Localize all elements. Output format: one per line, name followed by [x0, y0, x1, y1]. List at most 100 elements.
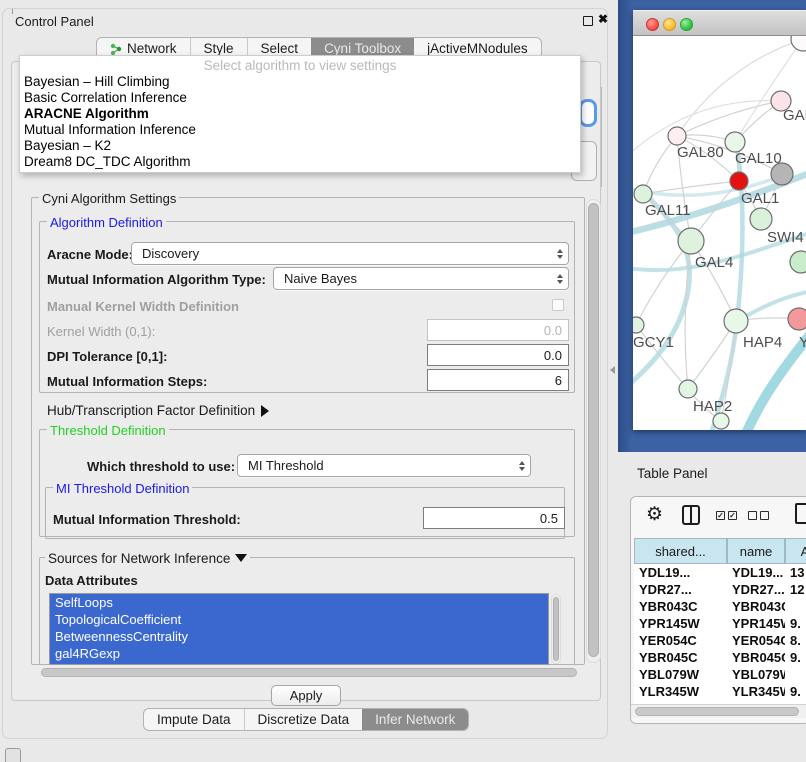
table-hscrollbar-track[interactable]	[631, 704, 806, 718]
aracne-mode-combobox[interactable]: Discovery	[131, 242, 569, 265]
mi-type-combobox[interactable]: Naive Bayes	[273, 267, 569, 290]
splitter-collapse-icon[interactable]	[610, 366, 615, 374]
data-attributes-label: Data Attributes	[45, 573, 138, 588]
dropdown-item[interactable]: Basic Correlation Inference	[20, 90, 580, 106]
column-header[interactable]: name	[727, 538, 785, 564]
network-node-hap4[interactable]	[724, 309, 748, 333]
cyni-settings-title: Cyni Algorithm Settings	[39, 191, 179, 206]
table-row[interactable]: YER054CYER054C8.	[634, 632, 806, 649]
function-builder-icon[interactable]	[795, 503, 806, 524]
tab-label: Network	[127, 41, 177, 56]
kernel-width-field: 0.0	[427, 319, 569, 341]
network-canvas[interactable]: GALGAL80GAL10GAL1GAL11SWI4GAL4GCY1HAP4YH…	[633, 36, 806, 430]
table-row[interactable]: YDR27...YDR27...12	[634, 581, 806, 598]
settings-scrollbar-thumb[interactable]	[588, 203, 599, 657]
settings-scrollbar-track[interactable]	[586, 199, 601, 663]
mi-steps-field[interactable]: 6	[427, 369, 569, 391]
mi-threshold-group-title: MI Threshold Definition	[53, 481, 192, 496]
network-node[interactable]	[790, 251, 806, 273]
float-window-icon[interactable]	[583, 16, 593, 26]
table-cell: YDR27...	[727, 581, 785, 598]
table-row[interactable]: YDL19...YDL19...13	[634, 564, 806, 581]
hub-expander[interactable]: Hub/Transcription Factor Definition	[47, 403, 269, 418]
table-cell: 9.	[785, 649, 806, 666]
node-label: GAL80	[677, 144, 724, 161]
network-node-gal1[interactable]	[730, 172, 748, 190]
dropdown-item-list: Bayesian – Hill ClimbingBasic Correlatio…	[20, 74, 580, 170]
network-node-gcy1[interactable]	[633, 317, 644, 333]
data-attributes-list[interactable]: SelfLoopsTopologicalCoefficientBetweenne…	[49, 593, 549, 665]
table-cell: YER054C	[634, 632, 727, 649]
network-node[interactable]	[791, 36, 806, 51]
manual-kernel-label: Manual Kernel Width Definition	[47, 299, 239, 314]
attribute-item[interactable]: gal4RGexp	[50, 645, 548, 662]
table-cell: 12	[785, 581, 806, 598]
dropdown-item[interactable]: Dream8 DC_TDC Algorithm	[20, 154, 580, 170]
table-row[interactable]: YBR043CYBR043C	[634, 598, 806, 615]
dpi-tolerance-label: DPI Tolerance [0,1]:	[47, 349, 167, 364]
close-icon[interactable]: ✖	[598, 12, 608, 26]
zoom-traffic-light-icon[interactable]	[680, 18, 693, 31]
network-node-gal10[interactable]	[725, 132, 745, 152]
table-cell: YLR345W	[727, 683, 785, 700]
attribute-item[interactable]: BetweennessCentrality	[50, 628, 548, 645]
network-node-gal80[interactable]	[668, 127, 686, 145]
tab-impute-data[interactable]: Impute Data	[144, 709, 244, 730]
deselect-all-checkboxes-icon[interactable]	[748, 511, 769, 520]
attributes-scrollbar-track[interactable]	[551, 594, 561, 664]
which-threshold-combobox[interactable]: MI Threshold	[237, 454, 531, 477]
table-cell: YBR045C	[634, 649, 727, 666]
minimize-traffic-light-icon[interactable]	[663, 18, 676, 31]
table-cell: 9.	[785, 683, 806, 700]
mi-steps-label: Mutual Information Steps:	[47, 374, 207, 389]
apply-button[interactable]: Apply	[271, 685, 341, 706]
node-label: GAL1	[741, 190, 779, 207]
table-panel-title: Table Panel	[637, 466, 708, 481]
attributes-scrollbar-thumb[interactable]	[553, 597, 559, 661]
tab-discretize-data[interactable]: Discretize Data	[244, 709, 363, 730]
network-window-titlebar[interactable]	[633, 10, 806, 36]
expander-right-icon	[261, 405, 269, 417]
node-label: GAL11	[645, 202, 691, 219]
table-cell: YLR345W	[634, 683, 727, 700]
dropdown-item[interactable]: Mutual Information Inference	[20, 122, 580, 138]
dropdown-item[interactable]: ARACNE Algorithm	[20, 106, 580, 122]
which-threshold-value: MI Threshold	[248, 458, 324, 473]
node-label: GAL4	[695, 254, 733, 271]
network-node-y[interactable]	[788, 308, 806, 330]
tab-label: Impute Data	[157, 712, 231, 727]
close-traffic-light-icon[interactable]	[646, 18, 659, 31]
table-cell: YBL079W	[634, 666, 727, 683]
network-node-swi4[interactable]	[750, 208, 772, 230]
gear-icon[interactable]: ⚙	[646, 503, 663, 526]
network-node-hap2[interactable]	[679, 380, 697, 398]
attribute-item[interactable]: SelfLoops	[50, 594, 548, 611]
dropdown-item[interactable]: Bayesian – Hill Climbing	[20, 74, 580, 90]
table-cell	[785, 666, 806, 683]
minimized-panel-icon[interactable]	[5, 748, 21, 762]
table-row[interactable]: YBR045CYBR045C9.	[634, 649, 806, 666]
table-row[interactable]: YBL079WYBL079W	[634, 666, 806, 683]
dropdown-item[interactable]: Bayesian – K2	[20, 138, 580, 154]
table-hscrollbar-thumb[interactable]	[635, 707, 799, 716]
network-node-gal11[interactable]	[634, 185, 652, 203]
sources-expander[interactable]: Sources for Network Inference	[45, 551, 250, 566]
column-layout-icon[interactable]	[682, 505, 700, 525]
column-header[interactable]: shared...	[634, 538, 727, 564]
mi-type-label: Mutual Information Algorithm Type:	[47, 272, 266, 287]
network-node-gal4[interactable]	[678, 228, 704, 254]
mi-threshold-label: Mutual Information Threshold:	[53, 512, 241, 527]
settings-hscrollbar-thumb[interactable]	[41, 668, 577, 677]
dpi-tolerance-field[interactable]: 0.0	[427, 344, 569, 366]
network-node[interactable]	[713, 413, 729, 429]
table-row[interactable]: YPR145WYPR145W9.	[634, 615, 806, 632]
mi-threshold-field[interactable]: 0.5	[423, 507, 565, 529]
table-row[interactable]: YLR345WYLR345W9.	[634, 683, 806, 700]
tab-label: Infer Network	[375, 712, 455, 727]
table-cell: YBR043C	[727, 598, 785, 615]
column-header[interactable]: A	[785, 538, 806, 564]
tab-infer-network[interactable]: Infer Network	[362, 709, 468, 730]
select-all-checkboxes-icon[interactable]: ✓✓	[716, 511, 737, 520]
attribute-item[interactable]: TopologicalCoefficient	[50, 611, 548, 628]
application-root: Control Panel ✖ NetworkStyleSelectCyni T…	[0, 0, 806, 762]
